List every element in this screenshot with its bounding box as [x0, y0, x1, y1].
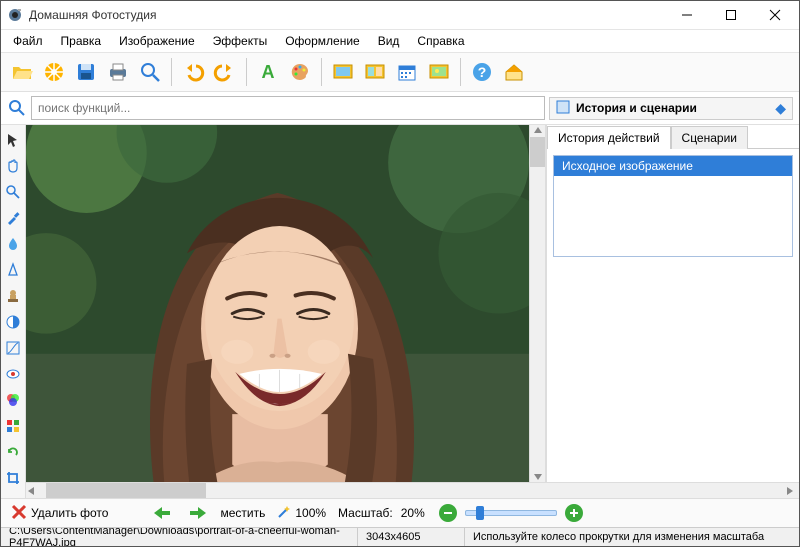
- status-bar: C:\Users\ContentManager\Downloads\portra…: [1, 527, 799, 546]
- rotate-tool[interactable]: [4, 443, 22, 461]
- search-icon: [7, 99, 27, 117]
- vscroll-thumb[interactable]: [530, 137, 545, 167]
- search-toolbar-button[interactable]: [135, 57, 165, 87]
- collage-button[interactable]: [360, 57, 390, 87]
- menu-view[interactable]: Вид: [370, 32, 408, 50]
- bottom-bar: Удалить фото местить 100% Масштаб: 20%: [1, 498, 799, 527]
- svg-text:?: ?: [478, 64, 487, 80]
- pin-icon[interactable]: ◆: [775, 100, 786, 117]
- toolbar-separator: [460, 58, 461, 86]
- pointer-tool[interactable]: [4, 131, 22, 149]
- crop-tool[interactable]: [4, 469, 22, 487]
- text-tool-button[interactable]: A: [253, 57, 283, 87]
- zoom-tool[interactable]: [4, 183, 22, 201]
- zoom-in-button[interactable]: [565, 504, 583, 522]
- history-tabs: История действий Сценарии: [547, 125, 799, 149]
- hand-tool[interactable]: [4, 157, 22, 175]
- zoom-slider[interactable]: [465, 510, 557, 516]
- brush-tool[interactable]: [4, 209, 22, 227]
- stamp-tool[interactable]: [4, 287, 22, 305]
- history-panel-header: История и сценарии ◆: [549, 97, 793, 120]
- history-item[interactable]: Исходное изображение: [554, 156, 792, 176]
- grid-tool[interactable]: [4, 417, 22, 435]
- delete-icon: [11, 504, 27, 523]
- delete-photo-button[interactable]: Удалить фото: [7, 502, 112, 525]
- scale-value: 20%: [401, 506, 431, 520]
- maximize-button[interactable]: [709, 1, 753, 29]
- history-list[interactable]: Исходное изображение: [553, 155, 793, 257]
- color-tool[interactable]: [4, 391, 22, 409]
- hscroll-thumb[interactable]: [46, 483, 206, 498]
- vertical-scrollbar[interactable]: [529, 125, 546, 482]
- title-bar: Домашняя Фотостудия: [1, 1, 799, 30]
- horizontal-scrollbar[interactable]: [26, 482, 799, 498]
- app-window: Домашняя Фотостудия Файл Правка Изображе…: [0, 0, 800, 547]
- next-button[interactable]: [184, 503, 212, 523]
- tab-scenarios[interactable]: Сценарии: [671, 126, 748, 149]
- redo-button[interactable]: [210, 57, 240, 87]
- status-path: C:\Users\ContentManager\Downloads\portra…: [1, 528, 358, 546]
- print-button[interactable]: [103, 57, 133, 87]
- zoom-100-button[interactable]: 100%: [273, 503, 330, 524]
- slideshow-button[interactable]: [328, 57, 358, 87]
- catalog-button[interactable]: [39, 57, 69, 87]
- delete-photo-label: Удалить фото: [31, 506, 108, 520]
- search-row: История и сценарии ◆: [1, 92, 799, 125]
- tab-history[interactable]: История действий: [547, 126, 671, 149]
- status-dimensions: 3043x4605: [358, 528, 465, 546]
- fit-label[interactable]: местить: [220, 506, 265, 520]
- zoom-100-label: 100%: [295, 506, 326, 520]
- tool-strip: [1, 125, 26, 498]
- window-title: Домашняя Фотостудия: [29, 8, 665, 22]
- zoom-out-button[interactable]: [439, 504, 457, 522]
- undo-button[interactable]: [178, 57, 208, 87]
- menu-file[interactable]: Файл: [5, 32, 51, 50]
- menu-image[interactable]: Изображение: [111, 32, 203, 50]
- search-input[interactable]: [31, 96, 545, 120]
- history-panel: История действий Сценарии Исходное изобр…: [546, 125, 799, 482]
- home-button[interactable]: [499, 57, 529, 87]
- help-button[interactable]: ?: [467, 57, 497, 87]
- open-button[interactable]: [7, 57, 37, 87]
- scale-label: Масштаб:: [338, 506, 393, 520]
- svg-text:A: A: [262, 62, 275, 82]
- prev-button[interactable]: [148, 503, 176, 523]
- zoom-slider-thumb[interactable]: [476, 506, 484, 520]
- menu-effects[interactable]: Эффекты: [205, 32, 276, 50]
- menu-help[interactable]: Справка: [409, 32, 472, 50]
- drop-tool[interactable]: [4, 235, 22, 253]
- toolbar-separator: [171, 58, 172, 86]
- panel-icon: [556, 100, 570, 117]
- app-icon: [7, 7, 23, 23]
- main-area: История действий Сценарии Исходное изобр…: [1, 125, 799, 498]
- minimize-button[interactable]: [665, 1, 709, 29]
- contrast-tool[interactable]: [4, 313, 22, 331]
- sharpen-tool[interactable]: [4, 261, 22, 279]
- redeye-tool[interactable]: [4, 365, 22, 383]
- toolbar-main: A ?: [1, 53, 799, 92]
- close-button[interactable]: [753, 1, 797, 29]
- panel-title: История и сценарии: [576, 101, 769, 115]
- image-canvas[interactable]: [26, 125, 529, 482]
- curves-tool[interactable]: [4, 339, 22, 357]
- wand-icon: [277, 505, 291, 522]
- status-hint: Используйте колесо прокрутки для изменен…: [465, 528, 799, 546]
- save-button[interactable]: [71, 57, 101, 87]
- calendar-button[interactable]: [392, 57, 422, 87]
- toolbar-separator: [321, 58, 322, 86]
- menu-bar: Файл Правка Изображение Эффекты Оформлен…: [1, 30, 799, 53]
- canvas-wrap: История действий Сценарии Исходное изобр…: [26, 125, 799, 498]
- palette-button[interactable]: [285, 57, 315, 87]
- postcard-button[interactable]: [424, 57, 454, 87]
- menu-decor[interactable]: Оформление: [277, 32, 367, 50]
- menu-edit[interactable]: Правка: [53, 32, 110, 50]
- toolbar-separator: [246, 58, 247, 86]
